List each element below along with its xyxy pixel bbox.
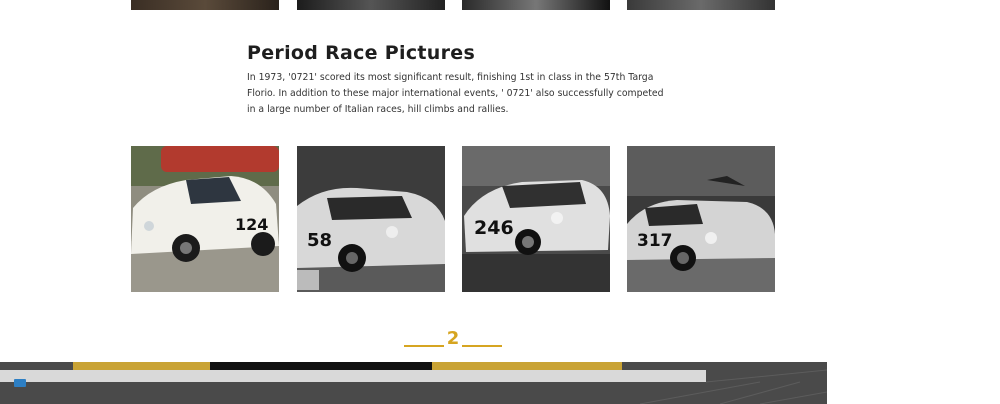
gallery-thumbnail-top-1[interactable]: [131, 0, 279, 10]
race-photo-3[interactable]: 246: [462, 146, 610, 292]
race-photo-3-image: 246: [462, 146, 610, 292]
section-description: In 1973, '0721' scored its most signific…: [247, 72, 664, 115]
gallery-thumbnail-top-4[interactable]: [627, 0, 775, 10]
gallery-thumbnail-top-3[interactable]: [462, 0, 610, 10]
car-number-3: 246: [474, 217, 514, 239]
footer-gold-band-right: [432, 362, 622, 370]
car-number-1: 124: [235, 215, 268, 234]
footer-banner: [0, 362, 827, 404]
pagination-rule-right: [462, 345, 502, 347]
race-photo-2-image: 58: [297, 146, 445, 292]
race-photo-1[interactable]: 124: [131, 146, 279, 292]
footer-gold-band-left: [73, 362, 210, 370]
pagination-number: 2: [446, 328, 460, 349]
car-number-4: 317: [637, 231, 673, 251]
pagination-rule-left: [404, 345, 444, 347]
race-photo-4[interactable]: 317: [627, 146, 775, 292]
flag-icon[interactable]: [14, 379, 26, 387]
race-photo-1-image: 124: [131, 146, 279, 292]
section-title: Period Race Pictures: [247, 42, 476, 64]
gallery-thumbnail-top-2[interactable]: [297, 0, 445, 10]
race-photo-4-image: 317: [627, 146, 775, 292]
footer-light-band: [0, 370, 706, 382]
race-photo-2[interactable]: 58: [297, 146, 445, 292]
pagination-current-page[interactable]: 2: [404, 328, 502, 349]
car-number-2: 58: [307, 230, 332, 251]
footer-black-band: [210, 362, 432, 370]
